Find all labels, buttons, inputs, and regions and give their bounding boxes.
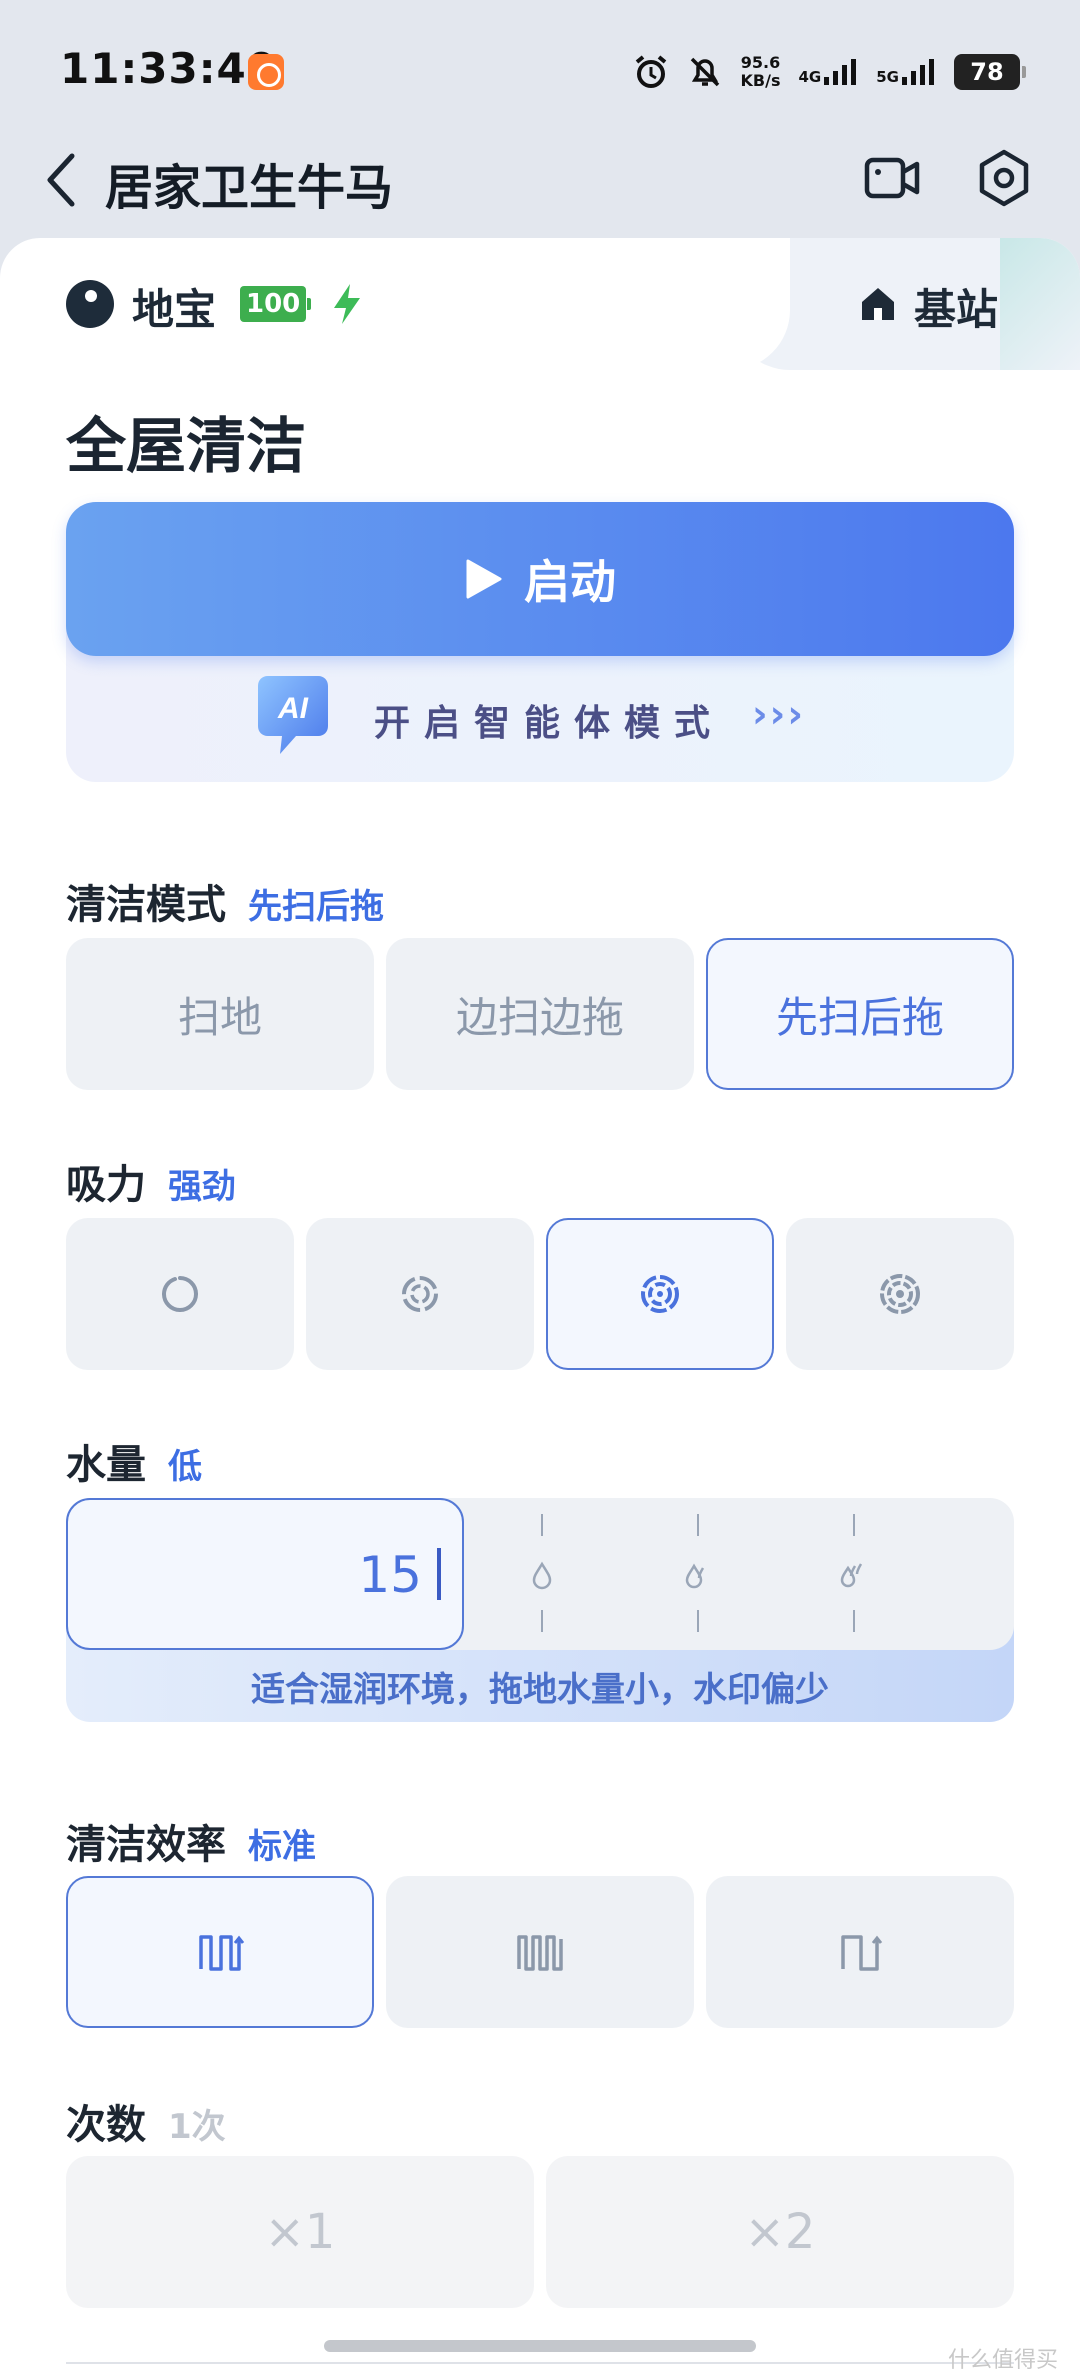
base-station-label[interactable]: 基站 bbox=[914, 276, 998, 337]
net-speed: 95.6 KB/s bbox=[741, 54, 781, 90]
notification-app-icon bbox=[248, 54, 284, 90]
page-title: 居家卫生牛马 bbox=[105, 160, 394, 216]
water-tick bbox=[697, 1514, 699, 1536]
signal-5g-icon bbox=[902, 59, 934, 85]
water-drop-low-icon bbox=[532, 1561, 552, 1590]
ai-mode-label[interactable]: 开启智能体模式 bbox=[374, 694, 724, 746]
efficiency-value: 标准 bbox=[248, 1827, 316, 1867]
water-slider-handle[interactable] bbox=[437, 1548, 441, 1600]
suction-value: 强劲 bbox=[168, 1167, 236, 1207]
water-label: 水量 bbox=[66, 1442, 146, 1488]
path-sparse-icon bbox=[841, 1935, 883, 1971]
water-hint: 适合湿润环境，拖地水量小，水印偏少 bbox=[251, 1670, 829, 1710]
suction-label: 吸力 bbox=[66, 1162, 146, 1208]
clean-mode-option-sweep-then-mop[interactable]: 先扫后拖 bbox=[706, 938, 1014, 1090]
count-value: 1次 bbox=[168, 2107, 226, 2147]
water-drop-high-icon bbox=[840, 1563, 863, 1588]
efficiency-option-standard[interactable] bbox=[66, 1876, 374, 2028]
count-label: 次数 bbox=[66, 2102, 146, 2148]
settings-icon[interactable] bbox=[975, 148, 1033, 208]
efficiency-label: 清洁效率 bbox=[66, 1822, 226, 1868]
home-icon bbox=[862, 288, 894, 320]
water-value: 低 bbox=[168, 1447, 202, 1487]
net-tag-5g: 5G bbox=[876, 68, 899, 86]
section-title: 全屋清洁 bbox=[66, 412, 306, 482]
water-tick bbox=[697, 1610, 699, 1632]
suction-level-3[interactable] bbox=[546, 1218, 774, 1370]
camera-icon[interactable] bbox=[864, 152, 920, 204]
clean-mode-option-sweep[interactable]: 扫地 bbox=[66, 938, 374, 1090]
clean-mode-header: 清洁模式 先扫后拖 bbox=[66, 872, 384, 930]
water-drop-medium-icon bbox=[685, 1563, 705, 1589]
water-tick bbox=[853, 1610, 855, 1632]
watermark: 什么值得买 bbox=[948, 2348, 1059, 2373]
path-dense-icon bbox=[199, 1935, 245, 1971]
suction-quiet-icon bbox=[162, 1276, 198, 1312]
suction-max-icon bbox=[880, 1274, 920, 1314]
suction-level-2[interactable] bbox=[306, 1218, 534, 1370]
robot-icon bbox=[66, 280, 114, 328]
efficiency-option-deep[interactable] bbox=[386, 1876, 694, 2028]
ai-badge-icon: AI bbox=[258, 676, 328, 754]
water-tick bbox=[853, 1514, 855, 1536]
clean-mode-option-sweep-and-mop[interactable]: 边扫边拖 bbox=[386, 938, 694, 1090]
base-tab-glow bbox=[1000, 238, 1080, 370]
water-tick bbox=[541, 1514, 543, 1536]
start-label: 启动 bbox=[524, 555, 616, 609]
status-icons: 95.6 KB/s 4G 5G 78 bbox=[633, 48, 1026, 96]
robot-name[interactable]: 地宝 bbox=[132, 276, 216, 337]
status-time: 11:33:40 bbox=[60, 44, 277, 93]
count-option-2[interactable]: ×2 bbox=[546, 2156, 1014, 2308]
net-tag-4g: 4G bbox=[798, 68, 822, 86]
mute-icon bbox=[690, 57, 719, 87]
alarm-icon bbox=[635, 55, 666, 88]
path-very-dense-icon bbox=[517, 1935, 563, 1971]
suction-strong-icon bbox=[641, 1275, 679, 1313]
suction-level-1[interactable] bbox=[66, 1218, 294, 1370]
efficiency-header: 清洁效率 标准 bbox=[66, 1812, 316, 1870]
signal-4g-icon bbox=[824, 59, 857, 85]
water-header: 水量 低 bbox=[66, 1432, 202, 1490]
back-icon[interactable] bbox=[40, 150, 84, 210]
water-tick bbox=[541, 1610, 543, 1632]
suction-standard-icon bbox=[402, 1276, 438, 1312]
robot-battery-badge: 100 bbox=[240, 286, 312, 322]
battery-indicator: 78 bbox=[954, 54, 1026, 90]
clean-mode-label: 清洁模式 bbox=[66, 882, 226, 928]
count-header: 次数 1次 bbox=[66, 2092, 226, 2150]
ai-mode-arrows[interactable]: ››› bbox=[752, 692, 805, 736]
efficiency-option-fast[interactable] bbox=[706, 1876, 1014, 2028]
start-button[interactable]: 启动 bbox=[66, 502, 1014, 656]
signal-4g: 4G bbox=[799, 59, 859, 85]
signal-5g: 5G bbox=[876, 59, 936, 85]
ai-badge-text: AI bbox=[277, 692, 309, 725]
net-speed-unit: KB/s bbox=[740, 71, 781, 90]
count-option-1[interactable]: ×1 bbox=[66, 2156, 534, 2308]
play-icon bbox=[466, 559, 502, 599]
water-level-value: 15 bbox=[358, 1546, 422, 1604]
charging-bolt-icon bbox=[334, 284, 360, 324]
home-indicator[interactable] bbox=[324, 2340, 756, 2352]
net-speed-value: 95.6 bbox=[740, 53, 781, 72]
suction-level-4[interactable] bbox=[786, 1218, 1014, 1370]
clean-mode-value: 先扫后拖 bbox=[248, 887, 384, 927]
suction-header: 吸力 强劲 bbox=[66, 1152, 236, 1210]
section-divider bbox=[66, 2362, 1014, 2364]
